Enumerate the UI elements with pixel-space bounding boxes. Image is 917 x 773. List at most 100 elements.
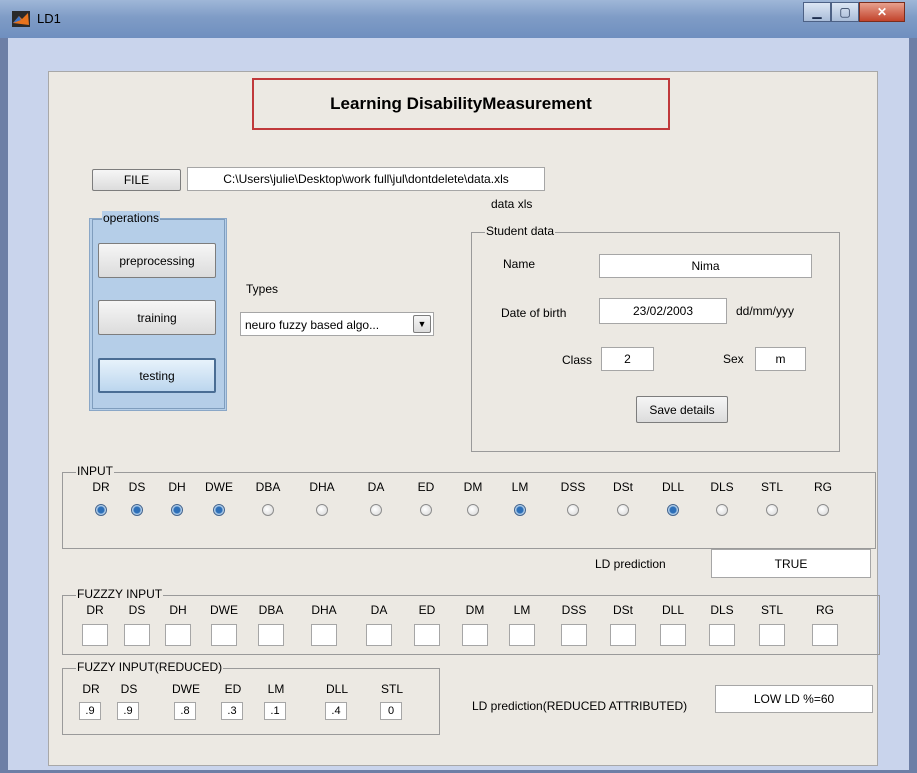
sex-field[interactable]: m <box>755 347 806 371</box>
window-titlebar[interactable]: LD1 ▁ ▢ ✕ <box>0 0 917 38</box>
input-attr-label-ed: ED <box>417 480 435 494</box>
maximize-button[interactable]: ▢ <box>831 2 859 22</box>
minimize-button[interactable]: ▁ <box>803 2 831 22</box>
input-radio-stl[interactable] <box>766 504 778 516</box>
reduced-attr-label-ed: ED <box>224 682 242 696</box>
fuzzy-input-field-stl[interactable] <box>759 624 785 646</box>
input-attr-label-rg: RG <box>814 480 832 494</box>
reduced-value-field-stl[interactable]: 0 <box>380 702 402 720</box>
fuzzy-input-field-dss[interactable] <box>561 624 587 646</box>
reduced-attr-label-dwe: DWE <box>172 682 200 696</box>
fuzzy-attr-label-stl: STL <box>760 603 783 617</box>
input-attr-label-ds: DS <box>128 480 146 494</box>
fuzzy-input-field-dha[interactable] <box>311 624 337 646</box>
fuzzy-input-field-dwe[interactable] <box>211 624 237 646</box>
file-path-field[interactable]: C:\Users\julie\Desktop\work full\jul\don… <box>187 167 545 191</box>
input-radio-lm[interactable] <box>514 504 526 516</box>
reduced-value-field-dr[interactable]: .9 <box>79 702 101 720</box>
fuzzy-input-label: FUZZZY INPUT <box>76 587 164 601</box>
page-title: Learning DisabilityMeasurement <box>252 78 670 130</box>
dob-label: Date of birth <box>501 306 567 320</box>
fuzzy-input-field-dll[interactable] <box>660 624 686 646</box>
preprocessing-button[interactable]: preprocessing <box>98 243 216 278</box>
input-radio-dll[interactable] <box>667 504 679 516</box>
input-attr-label-dwe: DWE <box>205 480 233 494</box>
ld-prediction-value[interactable]: TRUE <box>711 549 871 578</box>
fuzzy-input-field-dst[interactable] <box>610 624 636 646</box>
student-data-label: Student data <box>485 224 556 238</box>
class-field[interactable]: 2 <box>601 347 654 371</box>
input-radio-dh[interactable] <box>171 504 183 516</box>
fuzzy-input-field-dh[interactable] <box>165 624 191 646</box>
types-dropdown[interactable]: neuro fuzzy based algo... ▼ <box>240 312 434 336</box>
input-radio-dba[interactable] <box>262 504 274 516</box>
dob-field[interactable]: 23/02/2003 <box>599 298 727 324</box>
training-button[interactable]: training <box>98 300 216 335</box>
fuzzy-attr-label-dr: DR <box>86 603 104 617</box>
fuzzy-input-field-lm[interactable] <box>509 624 535 646</box>
fuzzy-attr-label-da: DA <box>370 603 388 617</box>
input-attr-label-lm: LM <box>511 480 529 494</box>
testing-button[interactable]: testing <box>98 358 216 393</box>
types-label: Types <box>246 282 279 296</box>
reduced-value-field-lm[interactable]: .1 <box>264 702 286 720</box>
input-radio-rg[interactable] <box>817 504 829 516</box>
dob-format-hint: dd/mm/yyy <box>736 304 795 318</box>
fuzzy-attr-label-dst: DSt <box>612 603 633 617</box>
input-radio-dha[interactable] <box>316 504 328 516</box>
input-radio-dls[interactable] <box>716 504 728 516</box>
fuzzy-attr-label-ds: DS <box>128 603 146 617</box>
input-radio-dss[interactable] <box>567 504 579 516</box>
fuzzy-input-field-dba[interactable] <box>258 624 284 646</box>
fuzzy-input-field-dls[interactable] <box>709 624 735 646</box>
close-icon: ✕ <box>876 5 888 19</box>
input-attr-label-da: DA <box>367 480 385 494</box>
input-radio-dst[interactable] <box>617 504 629 516</box>
input-attr-label-dm: DM <box>463 480 483 494</box>
window-title: LD1 <box>37 11 61 26</box>
fuzzy-attr-label-dha: DHA <box>311 603 337 617</box>
save-details-button[interactable]: Save details <box>636 396 728 423</box>
reduced-attr-label-dll: DLL <box>325 682 348 696</box>
close-button[interactable]: ✕ <box>859 2 905 22</box>
fuzzy-attr-label-dwe: DWE <box>210 603 238 617</box>
sex-label: Sex <box>723 352 744 366</box>
input-attr-label-dha: DHA <box>309 480 335 494</box>
fuzzy-input-field-da[interactable] <box>366 624 392 646</box>
input-radio-ds[interactable] <box>131 504 143 516</box>
reduced-prediction-value[interactable]: LOW LD %=60 <box>715 685 873 713</box>
class-label: Class <box>562 353 593 367</box>
input-attr-label-dba: DBA <box>255 480 281 494</box>
operations-label: operations <box>102 211 161 225</box>
fuzzy-input-field-dm[interactable] <box>462 624 488 646</box>
fuzzy-input-field-rg[interactable] <box>812 624 838 646</box>
fuzzy-input-field-ed[interactable] <box>414 624 440 646</box>
reduced-value-field-dwe[interactable]: .8 <box>174 702 196 720</box>
name-field[interactable]: Nima <box>599 254 812 278</box>
input-radio-dr[interactable] <box>95 504 107 516</box>
name-label: Name <box>503 257 536 271</box>
reduced-value-field-ds[interactable]: .9 <box>117 702 139 720</box>
input-radio-da[interactable] <box>370 504 382 516</box>
input-attr-label-dls: DLS <box>710 480 734 494</box>
fuzzy-input-field-ds[interactable] <box>124 624 150 646</box>
input-label: INPUT <box>76 464 114 478</box>
reduced-value-field-ed[interactable]: .3 <box>221 702 243 720</box>
file-button[interactable]: FILE <box>92 169 181 191</box>
maximize-icon: ▢ <box>839 5 851 19</box>
fuzzy-attr-label-lm: LM <box>513 603 531 617</box>
reduced-value-field-dll[interactable]: .4 <box>325 702 347 720</box>
input-radio-dwe[interactable] <box>213 504 225 516</box>
chevron-down-icon[interactable]: ▼ <box>413 315 431 333</box>
fuzzy-attr-label-dls: DLS <box>710 603 734 617</box>
fuzzy-input-field-dr[interactable] <box>82 624 108 646</box>
input-radio-dm[interactable] <box>467 504 479 516</box>
file-caption: data xls <box>491 197 533 211</box>
input-attr-label-stl: STL <box>760 480 783 494</box>
input-attr-label-dss: DSS <box>560 480 586 494</box>
fuzzy-attr-label-dll: DLL <box>661 603 684 617</box>
fuzzy-attr-label-dm: DM <box>465 603 485 617</box>
input-radio-ed[interactable] <box>420 504 432 516</box>
reduced-attr-label-ds: DS <box>120 682 138 696</box>
fuzzy-attr-label-ed: ED <box>418 603 436 617</box>
